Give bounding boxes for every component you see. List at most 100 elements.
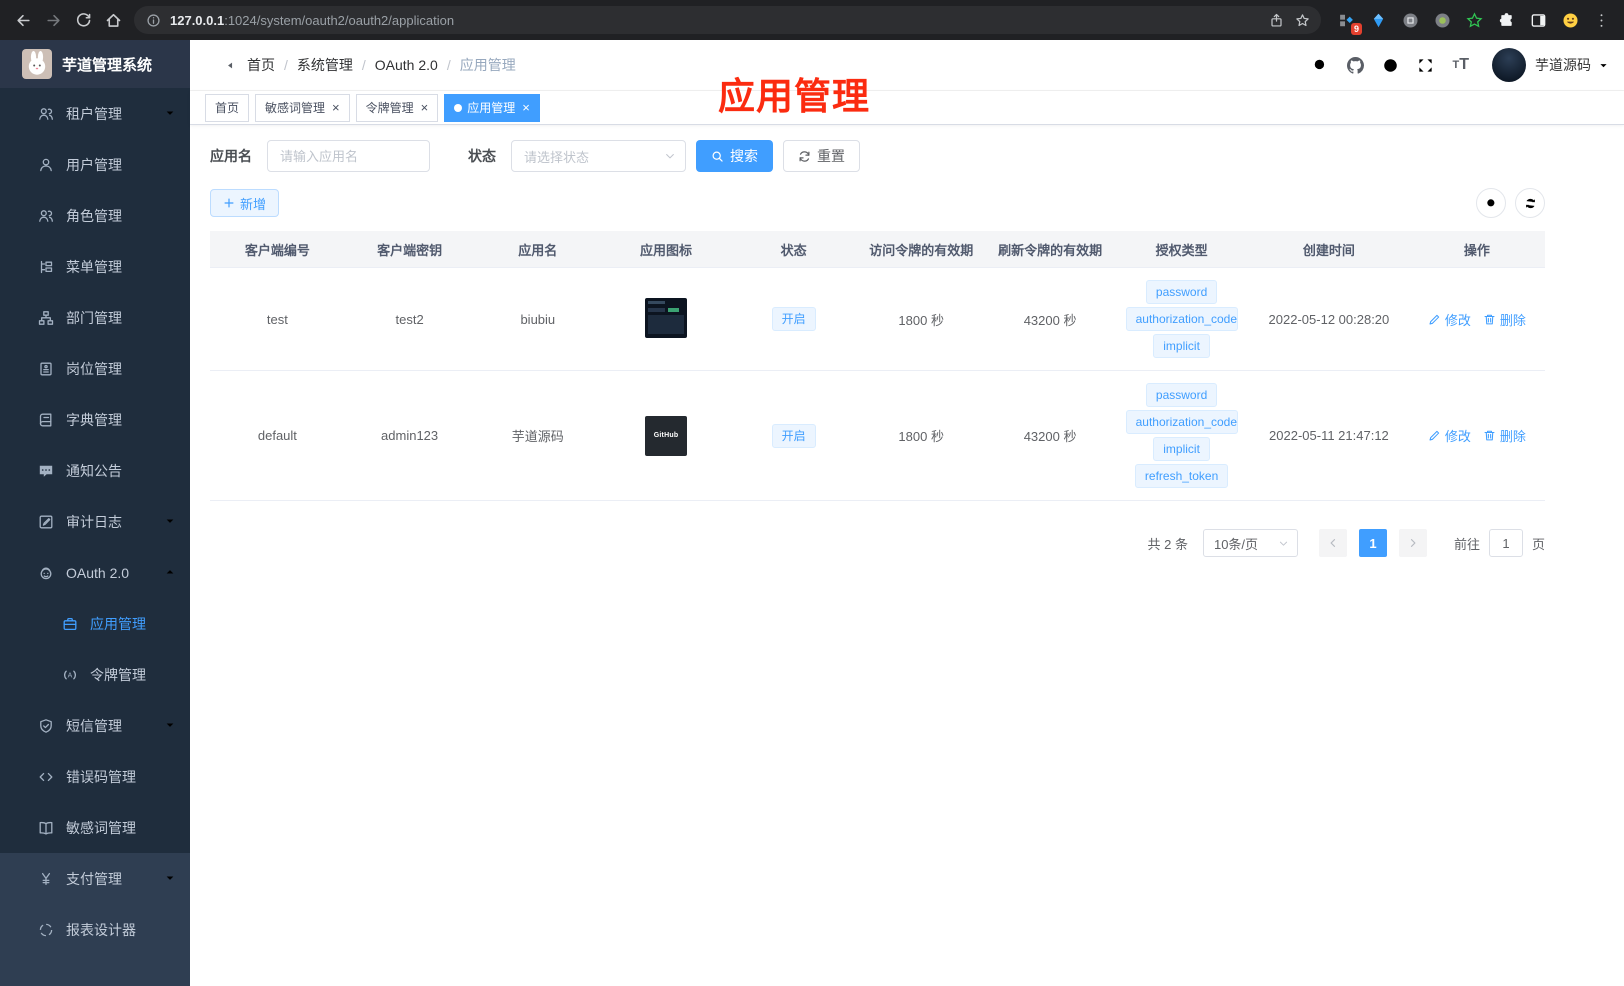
url-bar[interactable]: 127.0.0.1:1024/system/oauth2/oauth2/appl… [134, 6, 1321, 34]
breadcrumb-item[interactable]: 系统管理 [297, 55, 353, 75]
side-panel-icon[interactable] [1527, 7, 1550, 33]
code-icon [38, 769, 54, 785]
sitemap-icon [38, 310, 54, 326]
top-navbar: 首页 / 系统管理 / OAuth 2.0 / 应用管理 TT 芋道源码 [190, 40, 1624, 91]
svg-text:A: A [68, 672, 73, 679]
github-icon[interactable] [1338, 56, 1373, 74]
delete-link[interactable]: 删除 [1483, 310, 1526, 329]
bookmark-star-icon[interactable] [1289, 7, 1315, 33]
sidebar-item-report[interactable]: 报表设计器 [0, 904, 190, 955]
forward-icon[interactable] [38, 5, 68, 35]
share-icon[interactable] [1263, 7, 1289, 33]
refresh-icon [798, 150, 811, 163]
hide-search-button[interactable] [1476, 188, 1506, 218]
font-size-icon[interactable]: TT [1443, 56, 1478, 74]
menu-dots-icon[interactable] [1586, 5, 1616, 35]
sidebar-item-menu[interactable]: 菜单管理 [0, 241, 190, 292]
sidebar-item-error-code[interactable]: 错误码管理 [0, 751, 190, 802]
delete-link[interactable]: 删除 [1483, 426, 1526, 445]
search-icon [711, 150, 724, 163]
status-label: 状态 [468, 148, 496, 164]
sidebar-item-post[interactable]: 岗位管理 [0, 343, 190, 394]
avatar[interactable] [1492, 48, 1526, 82]
home-icon[interactable] [98, 5, 128, 35]
status-select[interactable]: 请选择状态 [511, 140, 686, 172]
report-icon [38, 922, 54, 938]
sidebar-item-tenant[interactable]: 租户管理 [0, 88, 190, 139]
gem-icon[interactable] [1367, 7, 1390, 33]
search-icon[interactable] [1303, 57, 1338, 74]
column-header: 应用名 [474, 231, 602, 268]
sidebar-item-label: 部门管理 [66, 309, 122, 326]
puzzle-icon[interactable] [1495, 7, 1518, 33]
sidebar-item-label: 报表设计器 [66, 921, 136, 938]
tab-application[interactable]: 应用管理 × [444, 93, 540, 122]
sidebar-collapse-icon[interactable] [205, 47, 241, 83]
goto-page-input[interactable] [1488, 529, 1523, 557]
sidebar-item-oauth2-token[interactable]: A 令牌管理 [0, 649, 190, 700]
chevron-down-icon [164, 514, 176, 530]
tab-token[interactable]: 令牌管理 × [355, 93, 439, 122]
fullscreen-icon[interactable] [1408, 57, 1443, 74]
tab-sensitive-word[interactable]: 敏感词管理 × [255, 93, 350, 122]
sidebar-item-notice[interactable]: 通知公告 [0, 445, 190, 496]
edit-link-label: 修改 [1444, 429, 1471, 444]
next-page-button[interactable] [1398, 529, 1427, 557]
log-icon [38, 514, 54, 530]
green-star-icon[interactable] [1463, 7, 1486, 33]
sidebar-item-audit-log[interactable]: 审计日志 [0, 496, 190, 547]
cell-grant-types: password authorization_code implicit [1114, 267, 1250, 371]
openbook-icon [38, 820, 54, 836]
breadcrumb-item[interactable]: OAuth 2.0 [375, 57, 438, 73]
username[interactable]: 芋道源码 [1535, 55, 1591, 75]
reset-button[interactable]: 重置 [783, 140, 860, 172]
status-tag: 开启 [771, 307, 816, 331]
cell-actions: 修改 删除 [1408, 370, 1545, 501]
breadcrumb-item[interactable]: 首页 [247, 55, 275, 75]
sidebar-item-dept[interactable]: 部门管理 [0, 292, 190, 343]
chevron-down-icon[interactable] [1598, 60, 1609, 71]
refresh-table-button[interactable] [1515, 188, 1545, 218]
back-icon[interactable] [8, 5, 38, 35]
cell-access-validity: 1800 秒 [856, 370, 986, 501]
grant-type-tag: refresh_token [1134, 464, 1229, 488]
tab-home[interactable]: 首页 [205, 93, 250, 122]
search-button-label: 搜索 [730, 148, 758, 164]
close-icon[interactable]: × [421, 101, 429, 114]
users-icon [38, 106, 54, 122]
sidebar-item-user[interactable]: 用户管理 [0, 139, 190, 190]
sidebar-item-label: 租户管理 [66, 105, 122, 122]
sidebar-item-oauth2-application[interactable]: 应用管理 [0, 598, 190, 649]
tab-label: 应用管理 [467, 101, 516, 115]
emoji-avatar-icon[interactable] [1559, 7, 1582, 33]
sidebar-item-sensitive-word[interactable]: 敏感词管理 [0, 802, 190, 853]
page-number-button[interactable]: 1 [1358, 529, 1387, 557]
edit-link[interactable]: 修改 [1428, 426, 1471, 445]
sidebar-item-dict[interactable]: 字典管理 [0, 394, 190, 445]
info-icon[interactable] [146, 13, 161, 28]
close-icon[interactable]: × [522, 101, 530, 114]
column-header: 状态 [730, 231, 857, 268]
robot-icon [38, 565, 54, 581]
sidebar-item-pay[interactable]: 支付管理 [0, 853, 190, 904]
search-button[interactable]: 搜索 [696, 140, 773, 172]
prev-page-button[interactable] [1318, 529, 1347, 557]
close-icon[interactable]: × [332, 101, 340, 114]
filter-form: 应用名 状态 请选择状态 搜索 重置 [210, 140, 1545, 172]
add-button[interactable]: 新增 [210, 189, 280, 217]
sidebar-item-sms[interactable]: 短信管理 [0, 700, 190, 751]
record-circle-icon[interactable] [1431, 7, 1454, 33]
page-size-select[interactable]: 10条/页 [1202, 529, 1298, 557]
app-name-input[interactable] [267, 140, 430, 172]
column-header: 授权类型 [1114, 231, 1250, 268]
question-icon[interactable] [1373, 57, 1408, 74]
app-icon-image: GitHub [645, 415, 688, 456]
sidebar-item-oauth2[interactable]: OAuth 2.0 [0, 547, 190, 598]
app-logo[interactable]: 芋道管理系统 [0, 40, 190, 88]
edit-link[interactable]: 修改 [1428, 310, 1471, 329]
column-header: 刷新令牌的有效期 [985, 231, 1115, 268]
extensions-grid-icon[interactable]: 9 [1335, 7, 1362, 35]
command-circle-icon[interactable] [1399, 7, 1422, 33]
reload-icon[interactable] [68, 5, 98, 35]
sidebar-item-role[interactable]: 角色管理 [0, 190, 190, 241]
